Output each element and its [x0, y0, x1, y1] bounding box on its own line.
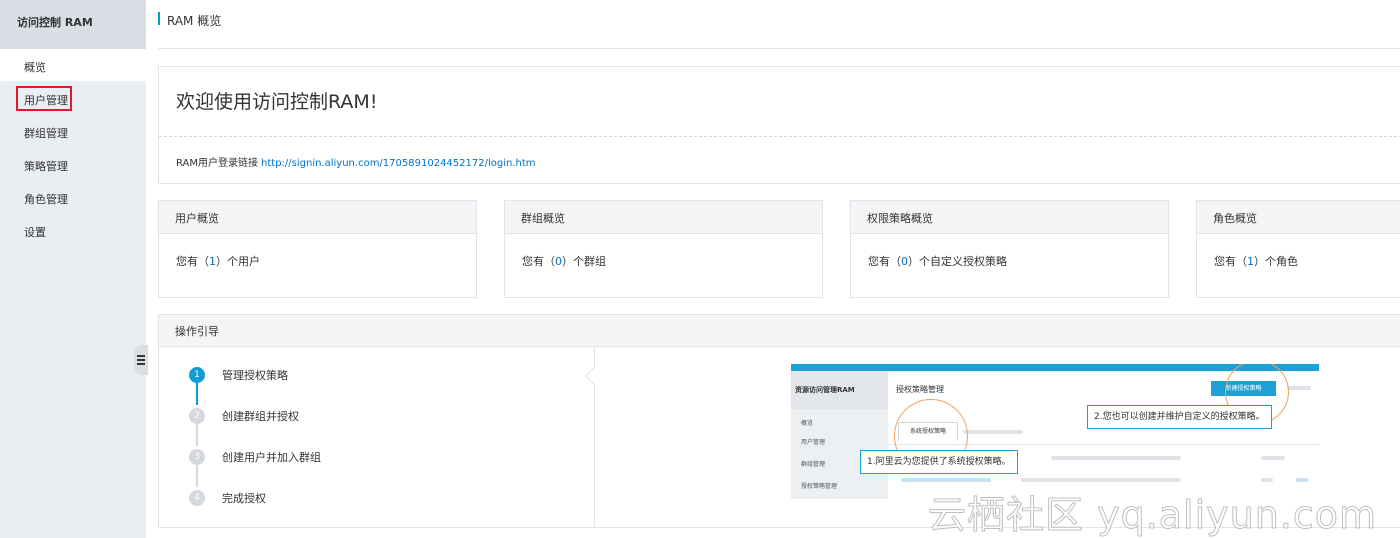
- card-text-prefix: 您有（: [1214, 255, 1247, 268]
- card-title: 权限策略概览: [851, 201, 1168, 234]
- users-overview-card: 用户概览 您有（1）个用户: [158, 200, 477, 298]
- card-text-prefix: 您有（: [868, 255, 901, 268]
- illustration-side-item: 群组管理: [801, 461, 826, 468]
- card-body: 您有（1）个角色: [1197, 234, 1400, 269]
- illustration-page-title: 授权策略管理: [896, 385, 944, 394]
- illustration-blur: [1296, 478, 1308, 482]
- illustration-side-item: 概览: [801, 420, 814, 427]
- login-url-link[interactable]: http://signin.aliyun.com/170589102445217…: [261, 158, 536, 169]
- step-label: 创建用户并加入群组: [222, 451, 321, 464]
- step-label: 创建群组并授权: [222, 410, 299, 423]
- sidebar-item-label: 策略管理: [24, 160, 68, 173]
- sidebar-item-overview[interactable]: 概览: [0, 49, 146, 81]
- menu-icon: [137, 355, 145, 365]
- sidebar-item-groups[interactable]: 群组管理: [0, 115, 146, 147]
- card-title: 角色概览: [1197, 201, 1400, 234]
- sidebar-item-roles[interactable]: 角色管理: [0, 181, 146, 213]
- illustration-blur: [1051, 456, 1181, 460]
- illustration-blur: [901, 478, 991, 482]
- page-header: RAM 概览: [158, 0, 1400, 49]
- illustration-tip-2: 2.您也可以创建并维护自定义的授权策略。: [1087, 405, 1272, 429]
- login-label: RAM用户登录链接: [176, 158, 259, 169]
- groups-overview-card: 群组概览 您有（0）个群组: [504, 200, 823, 298]
- title-accent-bar: [158, 12, 160, 25]
- sidebar-item-label: 群组管理: [24, 127, 68, 140]
- login-link-row: RAM用户登录链接 http://signin.aliyun.com/170589…: [176, 154, 536, 169]
- card-text-prefix: 您有（: [176, 255, 209, 268]
- sidebar-item-label: 角色管理: [24, 193, 68, 206]
- illustration-tip-1: 1.阿里云为您提供了系统授权策略。: [860, 450, 1018, 474]
- role-count-link[interactable]: 1: [1247, 255, 1254, 268]
- illustration-blur: [1287, 386, 1311, 390]
- guide-title: 操作引导: [159, 315, 1400, 347]
- page-title: RAM 概览: [167, 14, 222, 28]
- guide-steps: 1 管理授权策略 2 创建群组并授权 3 创建用户并加入群组 4 完成授权: [159, 347, 595, 527]
- step-connector: [196, 465, 198, 487]
- guide-step-2[interactable]: 2 创建群组并授权: [189, 406, 299, 426]
- watermark: 云栖社区 yq.aliyun.com: [927, 493, 1378, 538]
- sidebar-item-policies[interactable]: 策略管理: [0, 148, 146, 180]
- step-number: 1: [189, 367, 205, 383]
- step-number: 2: [189, 408, 205, 424]
- sidebar-title: 访问控制 RAM: [0, 0, 146, 49]
- user-count-link[interactable]: 1: [209, 255, 216, 268]
- divider: [159, 136, 1400, 137]
- sidebar-item-label: 概览: [24, 61, 46, 74]
- sidebar-item-settings[interactable]: 设置: [0, 214, 146, 246]
- sidebar-collapse-toggle[interactable]: [134, 345, 148, 375]
- card-text-prefix: 您有（: [522, 255, 555, 268]
- highlight-box: [16, 86, 72, 111]
- step-label: 管理授权策略: [222, 369, 288, 382]
- guide-step-1[interactable]: 1 管理授权策略: [189, 365, 288, 385]
- welcome-title: 欢迎使用访问控制RAM!: [176, 91, 378, 113]
- step-connector: [196, 424, 198, 446]
- guide-step-3[interactable]: 3 创建用户并加入群组: [189, 447, 321, 467]
- illustration-side-item: 用户管理: [801, 439, 826, 446]
- illustration-side-item: 授权策略管理: [801, 483, 838, 490]
- step-connector: [196, 383, 198, 405]
- illustration-sidebar: 资源访问管理RAM 概览 用户管理 群组管理 授权策略管理: [791, 371, 888, 499]
- step-number: 4: [189, 490, 205, 506]
- policy-count-link[interactable]: 0: [901, 255, 908, 268]
- welcome-panel: 欢迎使用访问控制RAM! RAM用户登录链接 http://signin.aliy…: [158, 66, 1400, 184]
- illustration-blur: [1261, 456, 1285, 460]
- card-text-suffix: ）个自定义授权策略: [908, 255, 1007, 268]
- step-label: 完成授权: [222, 492, 266, 505]
- card-title: 群组概览: [505, 201, 822, 234]
- illustration-blur: [1261, 478, 1273, 482]
- card-text-suffix: ）个角色: [1254, 255, 1298, 268]
- card-title: 用户概览: [159, 201, 476, 234]
- guide-illustration: 资源访问管理RAM 概览 用户管理 群组管理 授权策略管理 授权策略管理 新建授…: [791, 364, 1319, 499]
- policies-overview-card: 权限策略概览 您有（0）个自定义授权策略: [850, 200, 1169, 298]
- card-body: 您有（1）个用户: [159, 234, 476, 269]
- roles-overview-card: 角色概览 您有（1）个角色: [1196, 200, 1400, 298]
- sidebar-item-label: 设置: [24, 226, 46, 239]
- group-count-link[interactable]: 0: [555, 255, 562, 268]
- sidebar: 访问控制 RAM 概览 用户管理 群组管理 策略管理 角色管理 设置: [0, 0, 146, 538]
- card-text-suffix: ）个群组: [562, 255, 606, 268]
- card-body: 您有（0）个自定义授权策略: [851, 234, 1168, 269]
- step-number: 3: [189, 449, 205, 465]
- card-text-suffix: ）个用户: [216, 255, 260, 268]
- card-body: 您有（0）个群组: [505, 234, 822, 269]
- illustration-side-title: 资源访问管理RAM: [791, 371, 888, 409]
- guide-step-4[interactable]: 4 完成授权: [189, 488, 266, 508]
- illustration-blur: [963, 430, 1023, 434]
- illustration-blur: [1021, 478, 1181, 482]
